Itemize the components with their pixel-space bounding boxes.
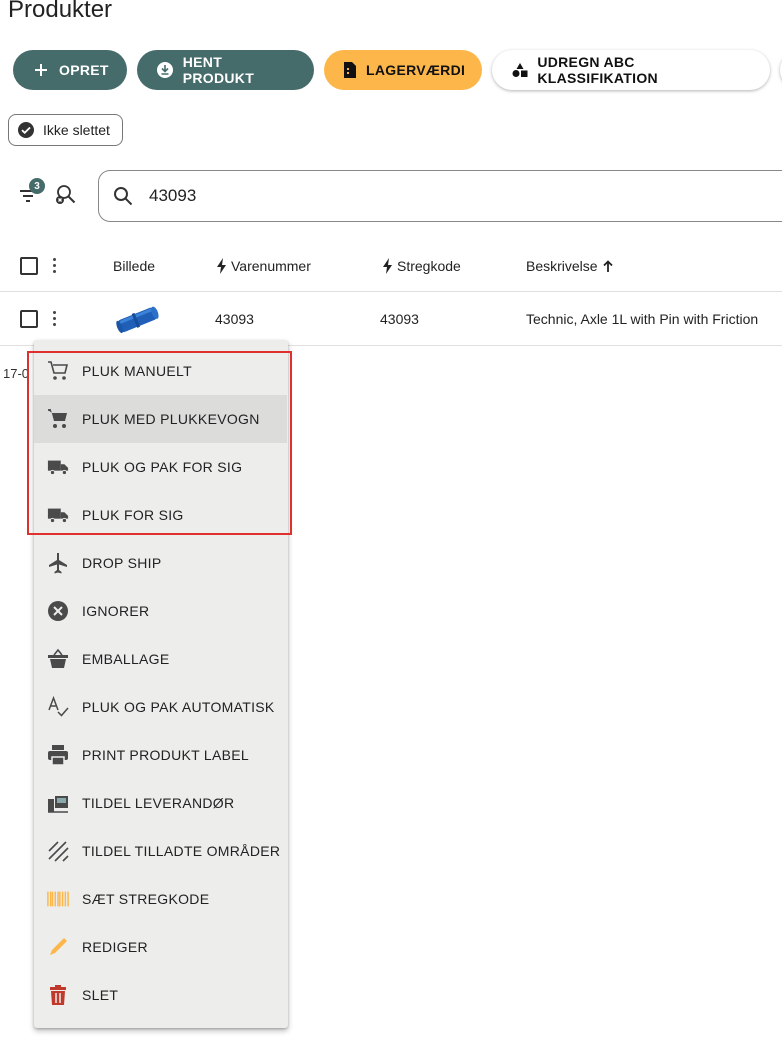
filter-controls: 3 [18, 178, 78, 206]
menu-item-label: EMBALLAGE [82, 651, 170, 667]
download-circle-icon [155, 60, 175, 80]
search-field[interactable] [98, 170, 782, 222]
barcode-icon [47, 888, 69, 910]
column-header-item-number[interactable]: Varenummer [216, 240, 311, 291]
truck-loading-icon [47, 792, 69, 814]
row-checkbox[interactable] [20, 292, 38, 345]
search-input[interactable] [149, 186, 649, 206]
basket-icon [47, 648, 69, 670]
cancel-circle-icon [47, 600, 69, 622]
check-circle-icon [17, 121, 35, 139]
menu-item-drop-ship[interactable]: DROP SHIP [34, 539, 288, 587]
cell-description: Technic, Axle 1L with Pin with Friction [526, 310, 759, 327]
cell-barcode: 43093 [380, 310, 419, 327]
column-header-item-number-label: Varenummer [231, 257, 311, 274]
page-title: Produkter [8, 0, 113, 23]
filter-button[interactable]: 3 [18, 178, 45, 206]
plus-icon [31, 60, 51, 80]
toolbar: OPRET HENT PRODUKT LAGERVÆRDI UDREGN ABC… [13, 50, 782, 90]
menu-item-label: PRINT PRODUKT LABEL [82, 747, 250, 763]
create-button[interactable]: OPRET [13, 50, 127, 90]
menu-item-delete[interactable]: SLET [34, 971, 288, 1019]
table-row[interactable]: 43093 43093 Technic, Axle 1L with Pin wi… [0, 292, 782, 346]
menu-item-edit[interactable]: REDIGER [34, 923, 288, 971]
menu-item-assign-allowed-areas[interactable]: TILDEL TILLADTE OMRÅDER [34, 827, 288, 875]
filter-count-badge: 3 [29, 178, 45, 194]
table-header-row: Billede Varenummer Stregkode Beskrivelse [0, 240, 782, 292]
menu-item-label: REDIGER [82, 939, 148, 955]
menu-item-label: TILDEL TILLADTE OMRÅDER [82, 843, 281, 859]
product-thumbnail [112, 292, 164, 345]
not-deleted-chip[interactable]: Ikke slettet [8, 114, 123, 146]
menu-item-ignore[interactable]: IGNORER [34, 587, 288, 635]
printer-icon [47, 744, 69, 766]
menu-item-set-barcode[interactable]: SÆT STREGKODE [34, 875, 288, 923]
menu-item-print-label[interactable]: PRINT PRODUKT LABEL [34, 731, 288, 779]
document-icon [342, 60, 358, 80]
shapes-icon [510, 60, 529, 80]
abc-classification-label: UDREGN ABC KLASSIFIKATION [537, 54, 658, 86]
menu-item-auto-pick-pack[interactable]: PLUK OG PAK AUTOMATISK [34, 683, 288, 731]
fetch-product-button[interactable]: HENT PRODUKT [137, 50, 314, 90]
stock-value-button[interactable]: LAGERVÆRDI [324, 50, 482, 90]
cell-item-number: 43093 [215, 310, 254, 327]
abc-classification-button[interactable]: UDREGN ABC KLASSIFIKATION [492, 50, 770, 90]
hatch-area-icon [47, 840, 69, 862]
spellcheck-icon [47, 696, 69, 718]
search-icon [113, 186, 133, 206]
airplane-icon [47, 552, 69, 574]
stock-value-label: LAGERVÆRDI [366, 62, 466, 78]
column-header-description[interactable]: Beskrivelse [526, 240, 613, 291]
column-header-image[interactable]: Billede [113, 240, 155, 291]
menu-item-label: TILDEL LEVERANDØR [82, 795, 235, 811]
menu-item-label: PLUK OG PAK AUTOMATISK [82, 699, 275, 715]
menu-item-packaging[interactable]: EMBALLAGE [34, 635, 288, 683]
menu-item-assign-supplier[interactable]: TILDEL LEVERANDØR [34, 779, 288, 827]
row-kebab-icon[interactable] [51, 292, 57, 345]
menu-item-label: SÆT STREGKODE [82, 891, 210, 907]
highlight-annotation-box [27, 351, 292, 535]
column-header-barcode-label: Stregkode [397, 257, 461, 274]
menu-item-label: DROP SHIP [82, 555, 162, 571]
sort-ascending-icon [602, 259, 613, 272]
trash-icon [47, 984, 69, 1006]
bolt-icon [216, 257, 228, 274]
partial-row-text: 17-0 [3, 366, 30, 381]
create-button-label: OPRET [59, 62, 109, 78]
fetch-product-label: HENT PRODUKT [182, 54, 255, 86]
bolt-icon [382, 257, 394, 274]
menu-item-label: SLET [82, 987, 119, 1003]
clear-search-icon[interactable] [54, 182, 78, 206]
menu-item-label: IGNORER [82, 603, 150, 619]
column-header-barcode[interactable]: Stregkode [382, 240, 461, 291]
column-header-description-label: Beskrivelse [526, 257, 598, 274]
select-all-checkbox[interactable] [20, 240, 38, 291]
not-deleted-chip-label: Ikke slettet [43, 122, 110, 138]
header-kebab-icon[interactable] [51, 240, 57, 291]
pencil-icon [47, 936, 69, 958]
